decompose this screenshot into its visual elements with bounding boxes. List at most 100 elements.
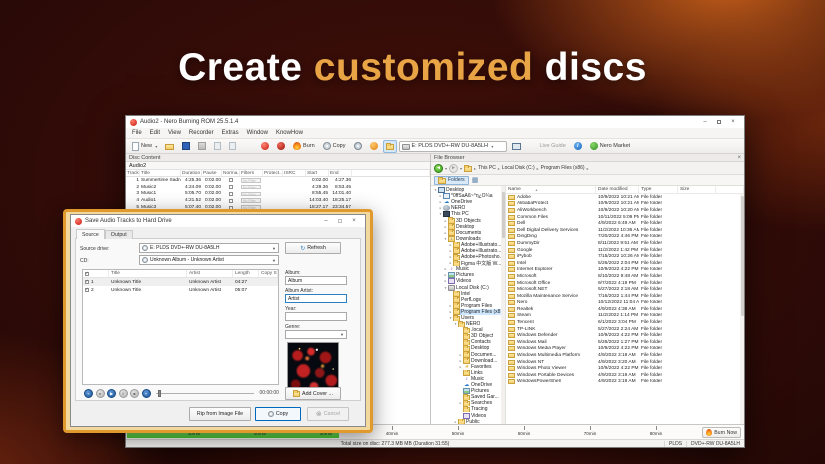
- file-row[interactable]: Google11/2/2022 1:42 PMFile folder: [506, 247, 744, 254]
- toolbar-display[interactable]: [509, 140, 524, 153]
- file-row[interactable]: iPybob7/15/2022 10:26 AMFile folder: [506, 253, 744, 260]
- dialog-col-header[interactable]: Length: [233, 270, 259, 277]
- dialog-col-header[interactable]: Title: [109, 270, 187, 277]
- menu-item-extras[interactable]: Extras: [222, 130, 239, 136]
- file-row[interactable]: AliWorkbench10/9/2022 10:20 AMFile folde…: [506, 207, 744, 214]
- toolbar-paste[interactable]: [226, 140, 239, 153]
- file-row[interactable]: Steam11/2/2022 1:14 PMFile folder: [506, 313, 744, 320]
- file-row[interactable]: Tencent6/1/2022 3:04 PMFile folder: [506, 319, 744, 326]
- track-row[interactable]: 3Music15:05.700:02.00No Filter8:55.4514:…: [126, 191, 430, 198]
- record-button[interactable]: ●: [96, 389, 105, 398]
- file-row[interactable]: Mozilla Maintenance Service7/16/2022 1:4…: [506, 293, 744, 300]
- dialog-close-button[interactable]: ×: [347, 216, 361, 227]
- file-row[interactable]: Windows Multimedia Platform4/9/2022 3:19…: [506, 352, 744, 359]
- file-col-header[interactable]: Type: [639, 186, 678, 193]
- file-row[interactable]: DingDing7/20/2022 4:46 PMFile folder: [506, 234, 744, 241]
- file-row[interactable]: Windows Defender10/9/2022 4:22 PMFile fo…: [506, 332, 744, 339]
- file-row[interactable]: DummyDir8/11/2022 9:51 AMFile folder: [506, 240, 744, 247]
- toolbar-cut[interactable]: [195, 140, 209, 153]
- toolbar-live-guide[interactable]: Live Guide: [526, 140, 569, 153]
- file-col-header[interactable]: Name▲: [506, 186, 596, 193]
- genre-select[interactable]: ▼: [285, 330, 347, 339]
- forward-button[interactable]: ►: [449, 164, 458, 173]
- file-browser-close-icon[interactable]: ×: [737, 155, 741, 161]
- toolbar-nero-market[interactable]: Nero Market: [587, 140, 633, 153]
- track-row[interactable]: 2Music24:24.090:02.00No Filter4:29.368:5…: [126, 184, 430, 191]
- toolbar-undo[interactable]: [241, 140, 256, 153]
- toolbar-open[interactable]: [162, 140, 177, 153]
- breadcrumb-segment[interactable]: Local Disk (C:): [502, 165, 535, 171]
- file-row[interactable]: Windows Photo Viewer10/9/2022 4:22 PMFil…: [506, 365, 744, 372]
- seek-thumb[interactable]: [158, 390, 161, 397]
- toolbar-cover-designer[interactable]: [367, 140, 381, 153]
- file-row[interactable]: Microsoft Office9/7/2022 4:19 PMFile fol…: [506, 280, 744, 287]
- filter-field[interactable]: No Filter: [241, 185, 261, 190]
- copy-button[interactable]: Copy: [255, 407, 301, 421]
- toolbar-copy-page[interactable]: [211, 140, 224, 153]
- toolbar-burn[interactable]: Burn: [290, 140, 318, 153]
- track-table-header[interactable]: TrackTitleDurationPauseNorma...FiltersPr…: [126, 170, 430, 177]
- track-col-header[interactable]: Filters: [240, 170, 263, 176]
- filter-field[interactable]: No Filter: [241, 192, 261, 197]
- track-col-header[interactable]: Start: [306, 170, 329, 176]
- rip-from-image-button[interactable]: Rip from Image File: [189, 407, 251, 421]
- track-col-header[interactable]: Norma...: [222, 170, 240, 176]
- cd-select[interactable]: Unknown Album - Unknown Artist ▼: [139, 255, 279, 265]
- track-col-header[interactable]: Title: [140, 170, 181, 176]
- close-button[interactable]: ×: [726, 117, 740, 128]
- file-row[interactable]: Windows Portable Devices4/9/2022 3:19 AM…: [506, 372, 744, 379]
- menu-item-view[interactable]: View: [168, 130, 181, 136]
- back-dropdown-icon[interactable]: ▾: [445, 166, 447, 171]
- breadcrumb-segment[interactable]: This PC: [478, 165, 496, 171]
- disc-name-bar[interactable]: Audio2: [126, 162, 430, 170]
- track-col-header[interactable]: End: [329, 170, 352, 176]
- skip-back-button[interactable]: «: [84, 389, 93, 398]
- album-input[interactable]: Album: [285, 276, 347, 285]
- track-col-header[interactable]: Track: [126, 170, 140, 176]
- menu-item-window[interactable]: Window: [247, 130, 268, 136]
- toolbar-new[interactable]: New▾: [129, 140, 160, 153]
- toolbar-disc-info[interactable]: [351, 140, 365, 153]
- toolbar-recorder-select[interactable]: E: PLDS DVD+-RW DU-8A5LH▾: [399, 141, 507, 152]
- track-row[interactable]: 4Audio14:21.520:02.00No Filter14:03.4018…: [126, 197, 430, 204]
- normalize-checkbox[interactable]: [229, 178, 233, 182]
- album-artist-input[interactable]: Artist: [285, 294, 347, 303]
- filter-field[interactable]: No Filter: [241, 198, 261, 203]
- maximize-button[interactable]: [712, 117, 726, 128]
- minimize-button[interactable]: –: [698, 117, 712, 128]
- toolbar-save[interactable]: [179, 140, 193, 153]
- dialog-col-header[interactable]: Artist: [187, 270, 233, 277]
- dialog-track-row[interactable]: ✓1Unknown TitleUnknown Artist04:27: [83, 278, 278, 286]
- file-list-header[interactable]: Name▲Date modifiedTypeSize: [506, 186, 744, 194]
- dialog-track-row[interactable]: ✓2Unknown TitleUnknown Artist05:07: [83, 286, 278, 294]
- dialog-col-header[interactable]: Copy Status: [259, 270, 278, 277]
- play-button[interactable]: ▶: [107, 389, 116, 398]
- refresh-button[interactable]: ↻ Refresh: [285, 242, 341, 254]
- normalize-checkbox[interactable]: [229, 199, 233, 203]
- track-col-header[interactable]: Duration: [181, 170, 202, 176]
- breadcrumb-segment[interactable]: Program Files (x86): [541, 165, 585, 171]
- menu-item-recorder[interactable]: Recorder: [189, 130, 214, 136]
- views-toggle-icon[interactable]: ▦: [472, 177, 479, 184]
- file-row[interactable]: Adobe10/9/2022 10:21 AMFile folder: [506, 194, 744, 201]
- file-row[interactable]: AlibabaProtect10/9/2022 10:21 AMFile fol…: [506, 201, 744, 208]
- source-drive-select[interactable]: E: PLDS DVD+-RW DU-8A5LH ▼: [139, 243, 279, 253]
- toolbar-file-browser-toggle[interactable]: [383, 140, 397, 153]
- track-col-header[interactable]: Pause: [202, 170, 222, 176]
- file-row[interactable]: Microsoft.NET5/27/2022 2:18 AMFile folde…: [506, 286, 744, 293]
- tracks-table-header[interactable]: ✓TitleArtistLengthCopy Status: [83, 270, 278, 278]
- file-row[interactable]: Internet Explorer10/9/2022 4:22 PMFile f…: [506, 267, 744, 274]
- list-scrollbar[interactable]: [740, 194, 744, 424]
- menu-item-knowhow[interactable]: KnowHow: [276, 130, 303, 136]
- menu-item-edit[interactable]: Edit: [150, 130, 160, 136]
- folders-button[interactable]: Folders: [434, 176, 469, 185]
- toolbar-info[interactable]: i: [571, 140, 585, 153]
- filter-field[interactable]: No Filter: [241, 178, 261, 183]
- file-row[interactable]: Windows Mail5/26/2022 1:27 PMFile folder: [506, 339, 744, 346]
- file-row[interactable]: Windows Media Player10/9/2022 4:22 PMFil…: [506, 346, 744, 353]
- toolbar-nero-burning[interactable]: [274, 140, 288, 153]
- add-cover-button[interactable]: Add Cover ...: [285, 387, 341, 400]
- back-button[interactable]: ◄: [434, 164, 443, 173]
- file-row[interactable]: Realtek4/9/2022 4:38 AMFile folder: [506, 306, 744, 313]
- file-row[interactable]: Dell4/9/2022 6:49 AMFile folder: [506, 220, 744, 227]
